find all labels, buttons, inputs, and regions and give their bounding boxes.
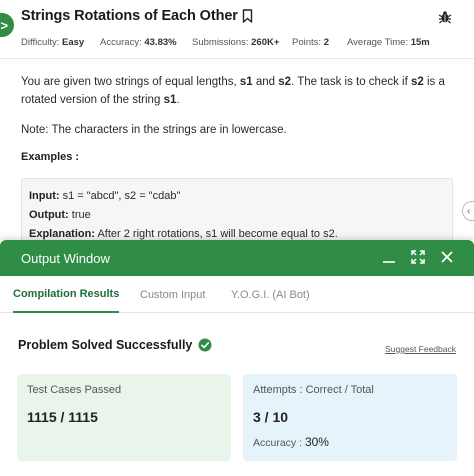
collapse-arrow-icon[interactable]: ‹ bbox=[462, 201, 474, 221]
tab-yogi-ai-bot[interactable]: Y.O.G.I. (AI Bot) bbox=[231, 276, 310, 313]
example-output: Output: true bbox=[29, 209, 91, 221]
status-row: Problem Solved Successfully bbox=[18, 338, 212, 352]
window-controls bbox=[382, 250, 454, 264]
close-icon[interactable] bbox=[440, 250, 454, 264]
problem-panel: > Strings Rotations of Each Other Diffic… bbox=[0, 0, 474, 248]
accuracy: Accuracy: 43.83% bbox=[100, 37, 177, 48]
status-message: Problem Solved Successfully bbox=[18, 338, 193, 352]
test-cases-label: Test Cases Passed bbox=[27, 384, 122, 396]
expand-icon[interactable] bbox=[411, 250, 425, 264]
bug-icon[interactable] bbox=[438, 10, 452, 24]
output-window: Output Window Compilation Results Custom… bbox=[0, 240, 474, 476]
attempts-label: Attempts : Correct / Total bbox=[253, 384, 374, 396]
suggest-feedback-link[interactable]: Suggest Feedback bbox=[385, 344, 456, 354]
example-input: Input: s1 = "abcd", s2 = "cdab" bbox=[29, 190, 181, 202]
test-cases-card: Test Cases Passed 1115 / 1115 bbox=[17, 374, 231, 461]
output-tabs: Compilation Results Custom Input Y.O.G.I… bbox=[0, 276, 474, 313]
tab-compilation-results[interactable]: Compilation Results bbox=[13, 276, 120, 313]
divider bbox=[0, 58, 474, 59]
points: Points: 2 bbox=[292, 37, 329, 48]
minimize-icon[interactable] bbox=[382, 250, 396, 264]
output-window-header: Output Window bbox=[0, 240, 474, 276]
output-window-title: Output Window bbox=[21, 250, 110, 266]
average-time: Average Time: 15m bbox=[347, 37, 430, 48]
attempts-value: 3 / 10 bbox=[253, 409, 289, 425]
title-row: Strings Rotations of Each Other bbox=[21, 8, 253, 24]
bookmark-icon[interactable] bbox=[242, 9, 253, 23]
accuracy-row: Accuracy : 30% bbox=[253, 435, 329, 449]
example-block: Input: s1 = "abcd", s2 = "cdab" Output: … bbox=[21, 178, 453, 248]
check-circle-icon bbox=[198, 338, 212, 352]
problem-title: Strings Rotations of Each Other bbox=[21, 8, 238, 24]
problem-description: You are given two strings of equal lengt… bbox=[21, 76, 445, 106]
arrow-right-icon[interactable]: > bbox=[0, 13, 14, 37]
problem-note: Note: The characters in the strings are … bbox=[21, 124, 287, 136]
examples-heading: Examples : bbox=[21, 151, 80, 163]
submissions: Submissions: 260K+ bbox=[192, 37, 280, 48]
accuracy-value: 30% bbox=[304, 435, 329, 449]
difficulty: Difficulty: Easy bbox=[21, 37, 85, 48]
problem-meta: Difficulty: Easy Accuracy: 43.83% Submis… bbox=[21, 37, 430, 48]
tab-custom-input[interactable]: Custom Input bbox=[140, 276, 205, 313]
test-cases-value: 1115 / 1115 bbox=[27, 409, 98, 425]
attempts-card: Attempts : Correct / Total 3 / 10 Accura… bbox=[243, 374, 457, 461]
